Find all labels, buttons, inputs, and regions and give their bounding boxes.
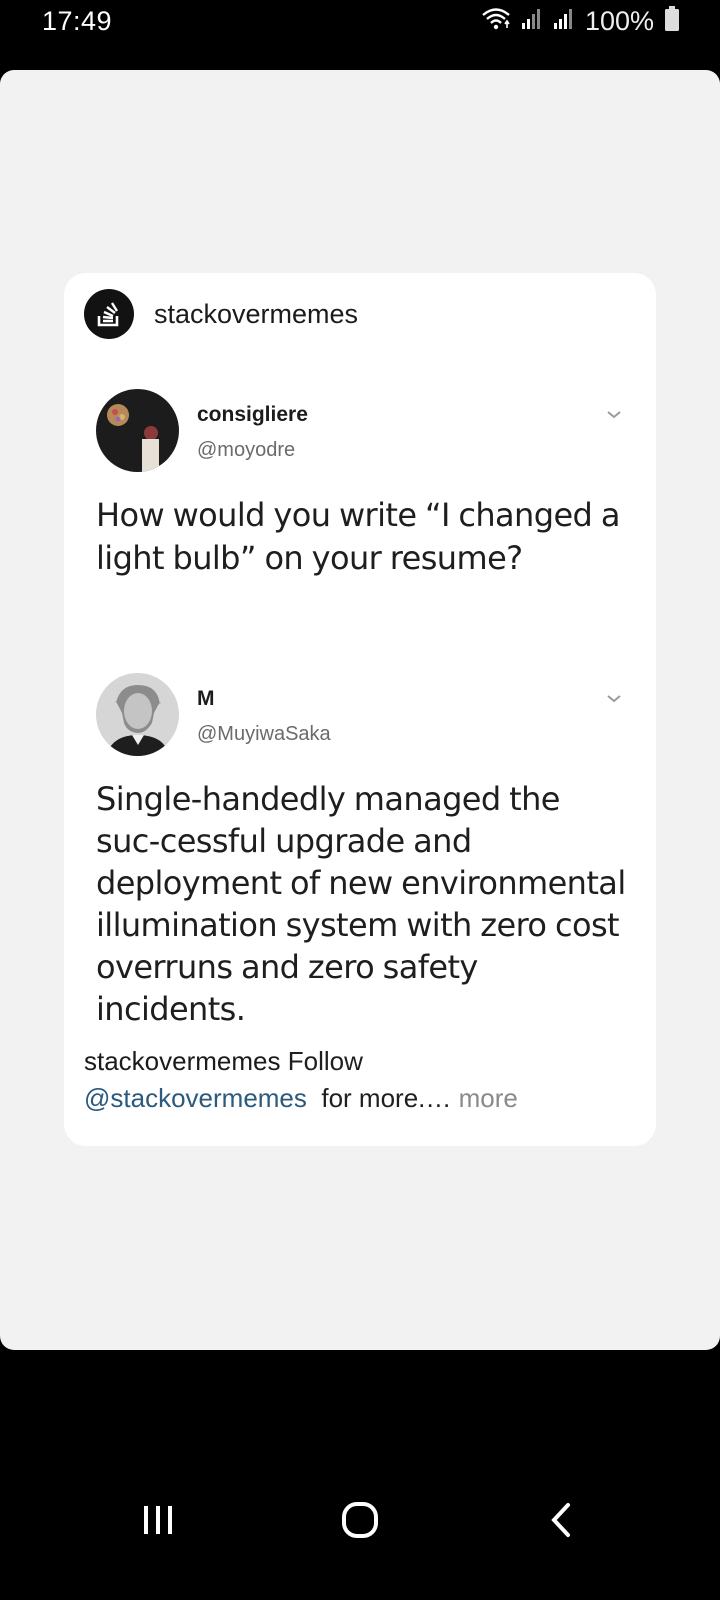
signal-icon: [553, 8, 575, 35]
caption-username[interactable]: stackovermemes: [84, 1046, 281, 1076]
tweet-names: consigliere @moyodre: [197, 389, 308, 462]
post-card[interactable]: stackovermemes consigliere @moyodre How …: [64, 273, 656, 1146]
tweet: consigliere @moyodre How would you write…: [96, 389, 626, 580]
status-time: 17:49: [42, 6, 113, 36]
tweet-header: M @MuyiwaSaka: [96, 673, 626, 756]
home-icon[interactable]: [320, 1480, 400, 1560]
post-caption: stackovermemes Follow @stackovermemes fo…: [84, 1043, 644, 1117]
avatar: [96, 673, 179, 756]
recent-apps-icon[interactable]: [118, 1480, 198, 1560]
account-name[interactable]: stackovermemes: [154, 299, 358, 330]
tweet-text: Single-handedly managed the suc-cessful …: [96, 780, 626, 1028]
navigation-bar: [0, 1480, 720, 1600]
battery-icon: [664, 6, 680, 37]
chevron-down-icon: [602, 403, 626, 427]
chevron-down-icon: [602, 687, 626, 711]
more-link[interactable]: more: [459, 1083, 518, 1113]
caption-mention-link[interactable]: @stackovermemes: [84, 1083, 307, 1113]
avatar: [96, 389, 179, 472]
tweet-text: How would you write “I changed a light b…: [96, 496, 620, 577]
handle: @MuyiwaSaka: [197, 723, 331, 745]
status-bar: 17:49 100%: [0, 0, 720, 48]
battery-percent: 100%: [584, 6, 654, 36]
tweet: M @MuyiwaSaka Single-handedly managed th…: [96, 673, 626, 1030]
caption-text: Follow: [287, 1046, 363, 1076]
handle: @moyodre: [197, 439, 296, 461]
caption-suffix: for more.…: [321, 1083, 452, 1113]
post-header[interactable]: stackovermemes: [84, 289, 358, 339]
display-name: M: [197, 687, 215, 710]
tweet-names: M @MuyiwaSaka: [197, 673, 331, 746]
display-name: consigliere: [197, 403, 308, 426]
signal-icon: [521, 8, 543, 35]
stack-overflow-logo-icon[interactable]: [84, 289, 134, 339]
wifi-icon: [481, 6, 511, 37]
back-icon[interactable]: [522, 1480, 602, 1560]
status-icons: 100%: [481, 6, 680, 37]
tweet-header: consigliere @moyodre: [96, 389, 626, 472]
